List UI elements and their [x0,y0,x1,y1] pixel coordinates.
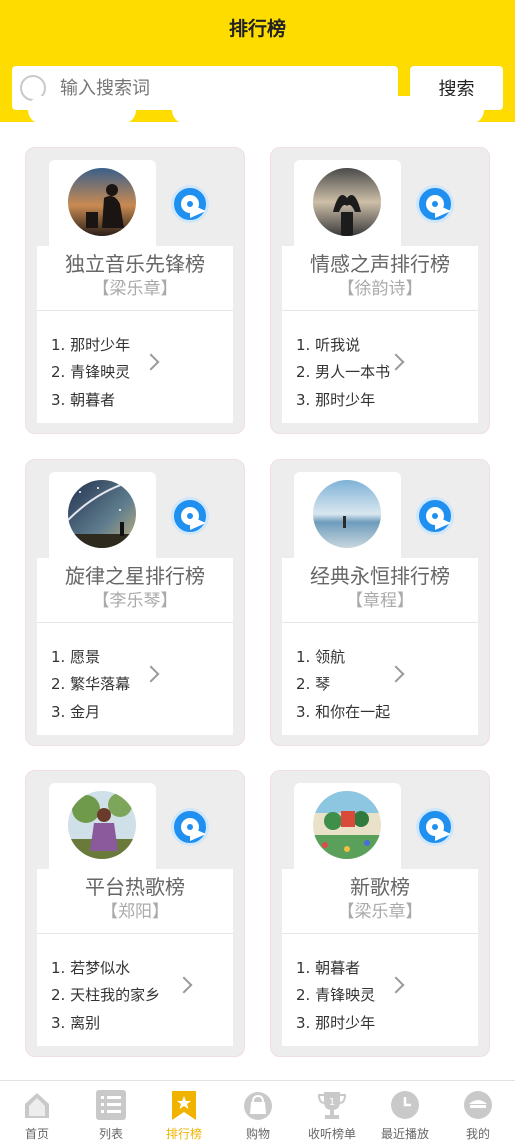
tab-label: 购物 [245,1127,270,1141]
chart-card[interactable]: 新歌榜 【梁乐章】 1. 朝暮者 2. 青锋映灵 3. 那时少年 [270,770,490,1057]
chart-card[interactable]: 情感之声排行榜 【徐韵诗】 1. 听我说 2. 男人一本书 3. 那时少年 [270,147,490,434]
chart-singer: 【梁乐章】 [92,279,178,299]
chevron-right-icon[interactable] [387,976,405,994]
tab-label: 列表 [98,1127,123,1141]
list-item: 3. 那时少年 [296,1014,376,1032]
tab-label: 收听榜单 [307,1127,356,1141]
bottom-tab-bar: 首页 列表 排行榜 购物 1 收听榜单 最近播放 我的 [0,1080,515,1144]
disc-icon[interactable] [416,497,454,535]
chart-card[interactable]: 独立音乐先锋榜 【梁乐章】 1. 那时少年 2. 青锋映灵 3. 朝暮者 [25,147,245,434]
tab-recent[interactable]: 最近播放 [368,1081,442,1144]
disc-icon[interactable] [416,185,454,223]
user-icon [464,1091,492,1119]
chevron-right-icon[interactable] [175,976,193,994]
list-item: 3. 离别 [51,1014,101,1032]
chart-cover-image [68,168,136,236]
chart-cover-image [313,791,381,859]
chart-singer: 【郑阳】 [101,902,169,922]
chart-singer: 【梁乐章】 [337,902,423,922]
tab-list[interactable]: 列表 [74,1081,148,1144]
shopping-bag-icon [244,1092,272,1120]
chart-name: 旋律之星排行榜 [65,564,205,588]
chart-cover-image [313,168,381,236]
chart-singer: 【章程】 [346,591,414,611]
song-list[interactable]: 1. 听我说 2. 男人一本书 3. 那时少年 [282,310,478,423]
list-item: 1. 朝暮者 [296,959,361,977]
chart-name: 平台热歌榜 [85,875,185,899]
star-bookmark-icon [172,1091,196,1120]
blur-overlay [172,96,484,124]
chart-cover-image [68,791,136,859]
clock-icon [391,1091,419,1119]
app-screen: 排行榜 搜索 独立音乐先锋榜 【梁乐章】 1. 那时少年 2. 青锋映灵 3. … [0,0,515,1144]
page-title: 排行榜 [228,18,286,40]
disc-icon[interactable] [171,497,209,535]
tab-ranking[interactable]: 排行榜 [147,1081,221,1144]
chart-card[interactable]: 经典永恒排行榜 【章程】 1. 领航 2. 琴 3. 和你在一起 [270,459,490,746]
tab-mine[interactable]: 我的 [441,1081,515,1144]
list-item: 2. 天柱我的家乡 [51,986,161,1004]
list-item: 3. 金月 [51,703,101,721]
list-item: 3. 朝暮者 [51,391,116,409]
list-item: 2. 青锋映灵 [296,986,376,1004]
song-list[interactable]: 1. 愿景 2. 繁华落幕 3. 金月 [37,622,233,735]
svg-text:1: 1 [329,1097,335,1108]
song-list[interactable]: 1. 领航 2. 琴 3. 和你在一起 [282,622,478,735]
list-item: 2. 琴 [296,675,331,693]
home-icon [25,1093,49,1118]
list-item: 2. 青锋映灵 [51,363,131,381]
chevron-right-icon[interactable] [387,665,405,683]
trophy-icon: 1 [317,1092,347,1119]
list-item: 1. 那时少年 [51,336,131,354]
chart-singer: 【徐韵诗】 [337,279,423,299]
tab-home[interactable]: 首页 [0,1081,74,1144]
chevron-right-icon[interactable] [142,665,160,683]
chart-singer: 【李乐琴】 [92,591,178,611]
header-bar: 排行榜 搜索 [0,0,515,124]
tab-label: 我的 [465,1127,490,1141]
blur-overlay [28,96,136,124]
disc-icon[interactable] [171,808,209,846]
song-list[interactable]: 1. 朝暮者 2. 青锋映灵 3. 那时少年 [282,933,478,1046]
tab-shopping[interactable]: 购物 [221,1081,295,1144]
list-item: 1. 愿景 [51,648,101,666]
list-item: 3. 和你在一起 [296,703,391,721]
list-item: 3. 那时少年 [296,391,376,409]
tab-label: 最近播放 [380,1127,429,1141]
chart-name: 独立音乐先锋榜 [65,252,205,276]
song-list[interactable]: 1. 那时少年 2. 青锋映灵 3. 朝暮者 [37,310,233,423]
chevron-right-icon[interactable] [142,353,160,371]
list-item: 2. 繁华落幕 [51,675,131,693]
disc-icon[interactable] [416,808,454,846]
list-item: 1. 领航 [296,648,346,666]
chart-card[interactable]: 平台热歌榜 【郑阳】 1. 若梦似水 2. 天柱我的家乡 3. 离别 [25,770,245,1057]
chart-card[interactable]: 旋律之星排行榜 【李乐琴】 1. 愿景 2. 繁华落幕 3. 金月 [25,459,245,746]
chart-cover-image [68,480,136,548]
tab-label: 排行榜 [165,1127,202,1141]
song-list[interactable]: 1. 若梦似水 2. 天柱我的家乡 3. 离别 [37,933,233,1046]
list-item: 1. 听我说 [296,336,361,354]
chart-name: 新歌榜 [350,875,410,899]
disc-icon[interactable] [171,185,209,223]
chart-name: 情感之声排行榜 [310,252,450,276]
chart-name: 经典永恒排行榜 [310,564,450,588]
list-item: 2. 男人一本书 [296,363,391,381]
chart-cover-image [313,480,381,548]
tab-label: 首页 [24,1127,49,1141]
list-icon [96,1090,126,1120]
tab-listening-charts[interactable]: 1 收听榜单 [295,1081,369,1144]
list-item: 1. 若梦似水 [51,959,131,977]
